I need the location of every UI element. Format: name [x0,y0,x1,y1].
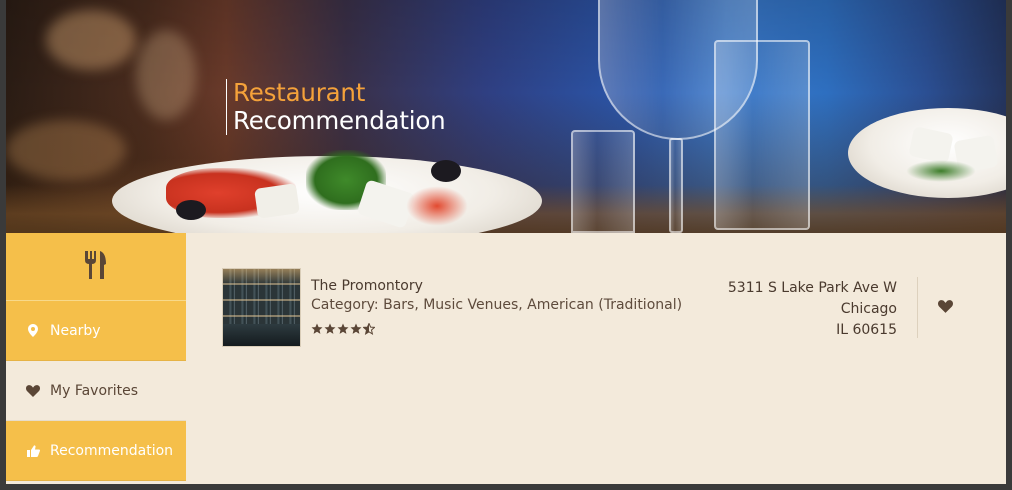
app-title: Restaurant Recommendation [226,78,446,135]
sidebar-item-label: Nearby [50,322,101,339]
sidebar: Nearby My Favorites Recommendation [6,233,186,484]
hero-banner: Restaurant Recommendation [6,0,1006,233]
address-state-zip: IL 60615 [836,322,897,338]
sidebar-item-label: My Favorites [50,382,139,399]
app-frame: Restaurant Recommendation Nearby My Favo [6,0,1006,484]
restaurant-address: 5311 S Lake Park Ave W Chicago IL 60615 [728,278,897,341]
star-half-icon [363,323,375,335]
fork-knife-icon [84,250,108,284]
sidebar-item-my-favorites[interactable]: My Favorites [6,361,186,421]
app-title-line1: Restaurant [233,78,366,107]
address-city: Chicago [840,301,897,317]
star-icon [311,323,323,334]
restaurant-category: Category: Bars, Music Venues, American (… [311,297,683,313]
sidebar-item-label: Recommendation [50,442,174,459]
heart-icon [26,384,40,398]
divider [917,277,918,338]
star-icon [337,323,349,334]
favorite-button[interactable] [934,297,956,317]
star-icon [324,323,336,334]
restaurant-thumbnail[interactable] [222,268,301,347]
sidebar-item-nearby[interactable]: Nearby [6,301,186,361]
sidebar-item-recommendation[interactable]: Recommendation [6,421,186,481]
map-pin-icon [26,324,40,338]
sidebar-logo [6,233,186,301]
thumbs-up-icon [26,444,40,458]
app-title-line2: Recommendation [233,106,446,135]
rating-stars [311,323,375,335]
address-street: 5311 S Lake Park Ave W [727,280,897,296]
star-icon [350,323,362,334]
restaurant-list-item[interactable]: The Promontory Category: Bars, Music Ven… [222,268,982,350]
heart-icon [937,298,953,317]
restaurant-name[interactable]: The Promontory [311,278,423,294]
